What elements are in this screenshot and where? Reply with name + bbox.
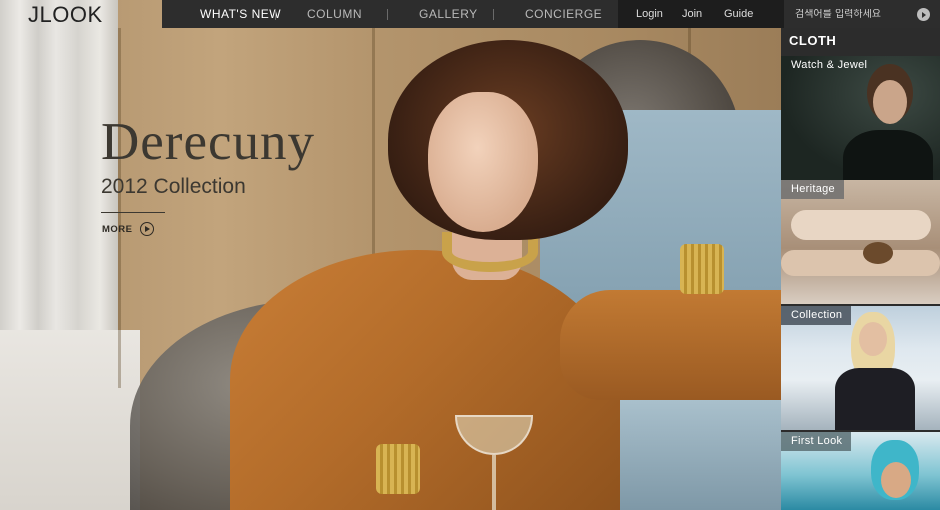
nav-divider [387,9,388,20]
search-input[interactable] [795,8,915,20]
hero-image [0,0,781,510]
nav-whats-new[interactable]: WHAT'S NEW [181,7,300,21]
sidebar-heading: CLOTH [789,33,837,48]
top-navigation-bar: WHAT'S NEW COLUMN GALLERY CONCIERGE Logi… [162,0,940,28]
glass-stem-shape [492,455,496,510]
play-circle-icon [139,222,154,236]
arrow-right-circle-icon[interactable] [917,8,930,21]
hero-subtitle: 2012 Collection [101,175,246,198]
card-photo-figure [791,210,931,240]
nav-column[interactable]: COLUMN [288,7,381,21]
card-photo-figure [843,130,933,180]
sidebar-card-collection[interactable]: Collection [781,306,940,430]
nav-divider [275,9,276,20]
nav-concierge[interactable]: CONCIERGE [506,7,621,21]
card-photo-figure [873,80,907,124]
more-link[interactable]: MORE [102,222,154,236]
main-nav: WHAT'S NEW COLUMN GALLERY CONCIERGE [162,0,618,28]
face-shape [428,92,538,232]
card-label: Heritage [781,180,844,199]
sidebar-card-watch-jewel[interactable]: Watch & Jewel [781,56,940,180]
wall-panel-line [118,28,121,388]
join-link[interactable]: Join [682,8,702,20]
nav-divider [493,9,494,20]
arm-shape [560,290,781,400]
card-label: Watch & Jewel [791,59,868,71]
card-photo-figure [863,242,893,264]
sidebar-card-first-look[interactable]: First Look [781,432,940,510]
cloth-sidebar: CLOTH Watch & Jewel Heritage Collection … [781,28,940,510]
hero-divider [101,212,165,213]
utility-nav: Login Join Guide [618,0,784,28]
card-label: Collection [781,306,852,325]
site-logo[interactable]: JLOOK [28,2,103,28]
card-photo-figure [781,250,940,276]
search-box [784,0,940,28]
hero-title: Derecuny [101,113,315,171]
nav-gallery[interactable]: GALLERY [400,7,497,21]
card-label: First Look [781,432,852,451]
guide-link[interactable]: Guide [724,8,753,20]
login-link[interactable]: Login [636,8,663,20]
more-label: MORE [102,223,133,235]
card-photo-figure [881,462,911,498]
card-photo-figure [859,322,887,356]
bracelet-shape [376,444,420,494]
sidebar-card-heritage[interactable]: Heritage [781,180,940,304]
bracelet-shape [680,244,724,294]
card-photo-figure [835,368,915,430]
